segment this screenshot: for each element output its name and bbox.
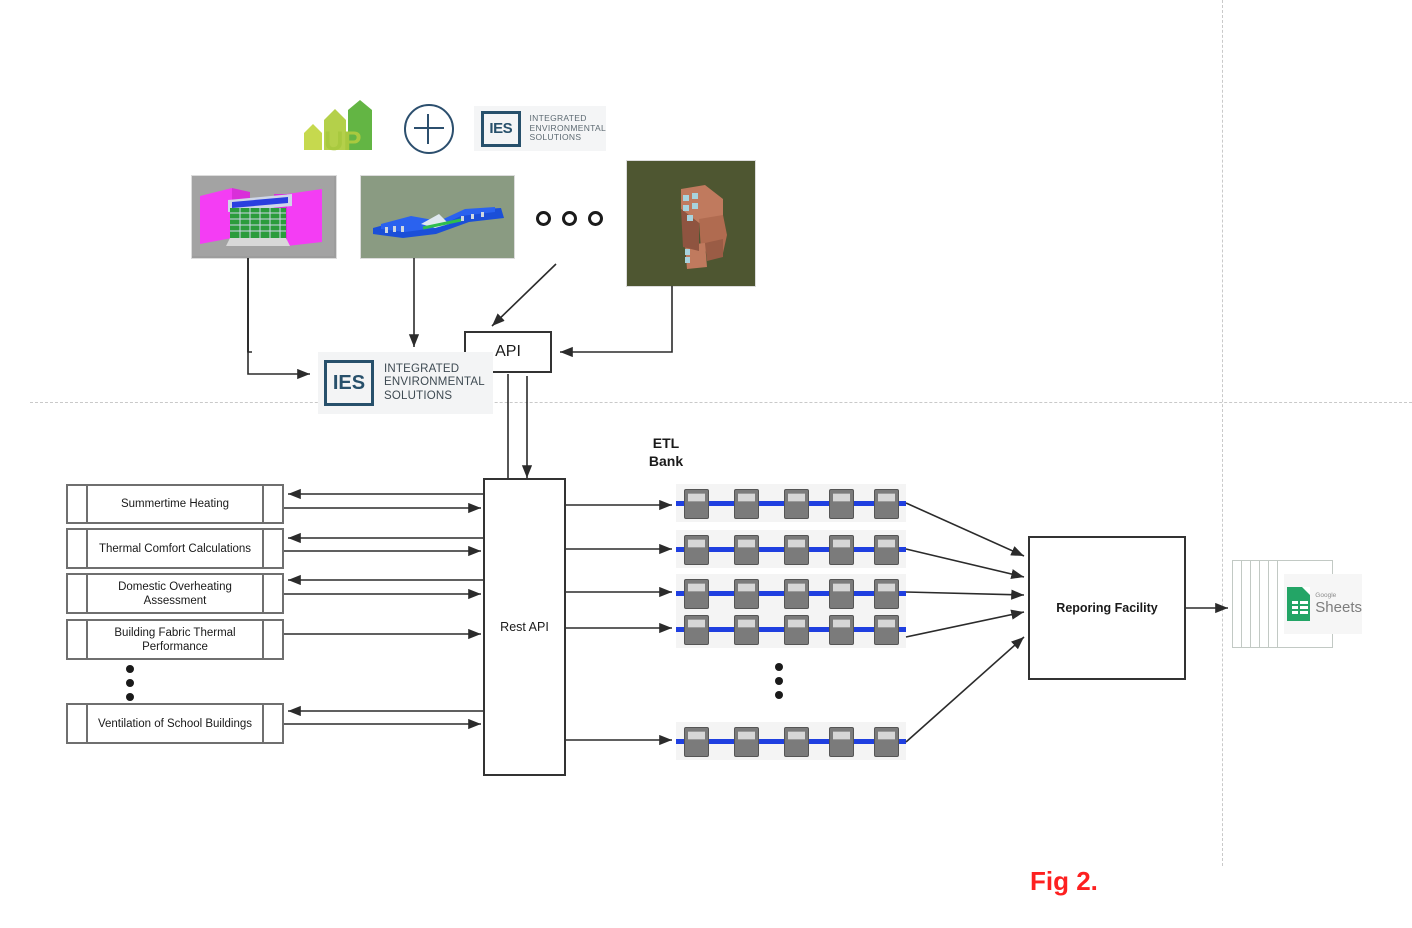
calc-item-right-cap [262,530,282,567]
server-icon [874,615,899,645]
server-icon [784,489,809,519]
server-icon [684,579,709,609]
ies-word-line-3: SOLUTIONS [529,132,582,143]
calc-item-label: Summertime Heating [120,498,229,510]
server-icon [829,579,854,609]
calc-item-left-cap [68,486,88,522]
server-icon [874,579,899,609]
calc-item-right-cap [262,621,282,658]
calc-item-left-cap [68,705,88,742]
server-icon [784,615,809,645]
thumbnail-brown-block-model [626,160,756,287]
server-icon [734,489,759,519]
calc-item-thermal-comfort-calculations[interactable]: Thermal Comfort Calculations [66,528,284,569]
calc-item-building-fabric-thermal-performance[interactable]: Building Fabric Thermal Performance [66,619,284,660]
server-icon [829,489,854,519]
google-sheets-wordmark: Google Sheets [1315,592,1362,617]
dot-icon [126,693,134,701]
figure-caption: Fig 2. [1030,866,1098,896]
dot-icon [126,665,134,673]
ies-word-line-2: ENVIRONMENTAL [384,376,485,389]
server-icon [784,727,809,757]
ies-wordmark: INTEGRATED ENVIRONMENTAL SOLUTIONS [384,363,485,404]
dot-icon [126,679,134,687]
up-logo: UP [298,100,380,156]
ies-mark: IES [481,110,521,147]
rest-api-box[interactable]: Rest API [483,478,566,776]
svg-text:UP: UP [324,126,362,155]
calc-item-left-cap [68,530,88,567]
calc-item-label: Ventilation of School Buildings [97,717,253,730]
server-icon [734,615,759,645]
connector-layer [247,258,1228,746]
thumbnail-blue-campus-model [360,175,515,259]
server-icon [874,489,899,519]
calc-item-left-cap [68,575,88,612]
server-icon [684,489,709,519]
server-icon [784,579,809,609]
etl-bank-title: ETL Bank [636,434,696,470]
google-sheets-icon [1287,587,1311,621]
etl-row[interactable] [676,574,906,612]
calc-item-right-cap [262,705,282,742]
calc-list-ellipsis [126,665,134,701]
ring-icon [536,210,551,226]
calc-item-label: Domestic Overheating Assessment [118,580,232,607]
calc-item-right-cap [262,486,282,522]
guide-line-vertical [1222,0,1223,866]
server-icon [684,615,709,645]
etl-bank-title-line-1: ETL [652,435,680,451]
server-icon [874,727,899,757]
calc-item-label: Thermal Comfort Calculations [98,542,252,555]
google-sheets-card: Google Sheets [1284,574,1362,634]
calc-item-domestic-overheating-assessment[interactable]: Domestic Overheating Assessment [66,573,284,614]
ies-word-line-3: SOLUTIONS [384,389,453,402]
etl-row[interactable] [676,610,906,648]
server-icon [874,535,899,565]
ies-logo-large: IES INTEGRATED ENVIRONMENTAL SOLUTIONS [318,352,493,414]
server-icon [684,535,709,565]
dot-icon [775,691,783,699]
calc-item-summertime-heating[interactable]: Summertime Heating [66,484,284,524]
etl-row[interactable] [676,530,906,568]
server-icon [829,727,854,757]
ring-icon [562,210,577,226]
etl-row[interactable] [676,484,906,522]
server-icon [784,535,809,565]
server-icon [829,615,854,645]
dot-icon [775,663,783,671]
server-icon [734,535,759,565]
ring-icon [588,210,603,226]
google-sheets-output: Google Sheets [1232,560,1362,650]
server-icon [684,727,709,757]
figure-canvas: UP IES INTEGRATED ENVIRONMENTAL SOLUTION… [0,0,1412,928]
etl-row[interactable] [676,722,906,760]
ies-wordmark: INTEGRATED ENVIRONMENTAL SOLUTIONS [530,114,606,143]
thumbnail-magenta-massing-model [191,175,337,259]
calc-item-ventilation-of-school-buildings[interactable]: Ventilation of School Buildings [66,703,284,744]
calc-item-left-cap [68,621,88,658]
sheets-grid-glyph [1292,599,1308,614]
etl-bank-ellipsis [775,663,783,699]
calc-item-right-cap [262,575,282,612]
guide-line-horizontal [30,402,1412,403]
sheets-brand-line: Sheets [1315,599,1362,617]
dot-icon [775,677,783,685]
calc-item-label: Building Fabric Thermal Performance [114,626,236,653]
ellipsis-rings [536,206,611,230]
ies-logo-small: IES INTEGRATED ENVIRONMENTAL SOLUTIONS [474,106,606,151]
etl-bank-title-line-2: Bank [648,453,684,469]
ies-mark: IES [324,360,374,406]
reporting-facility-box[interactable]: Reporing Facility [1028,536,1186,680]
plus-icon [404,104,454,154]
server-icon [829,535,854,565]
server-icon [734,579,759,609]
ies-word-line-1: INTEGRATED [384,362,460,375]
server-icon [734,727,759,757]
